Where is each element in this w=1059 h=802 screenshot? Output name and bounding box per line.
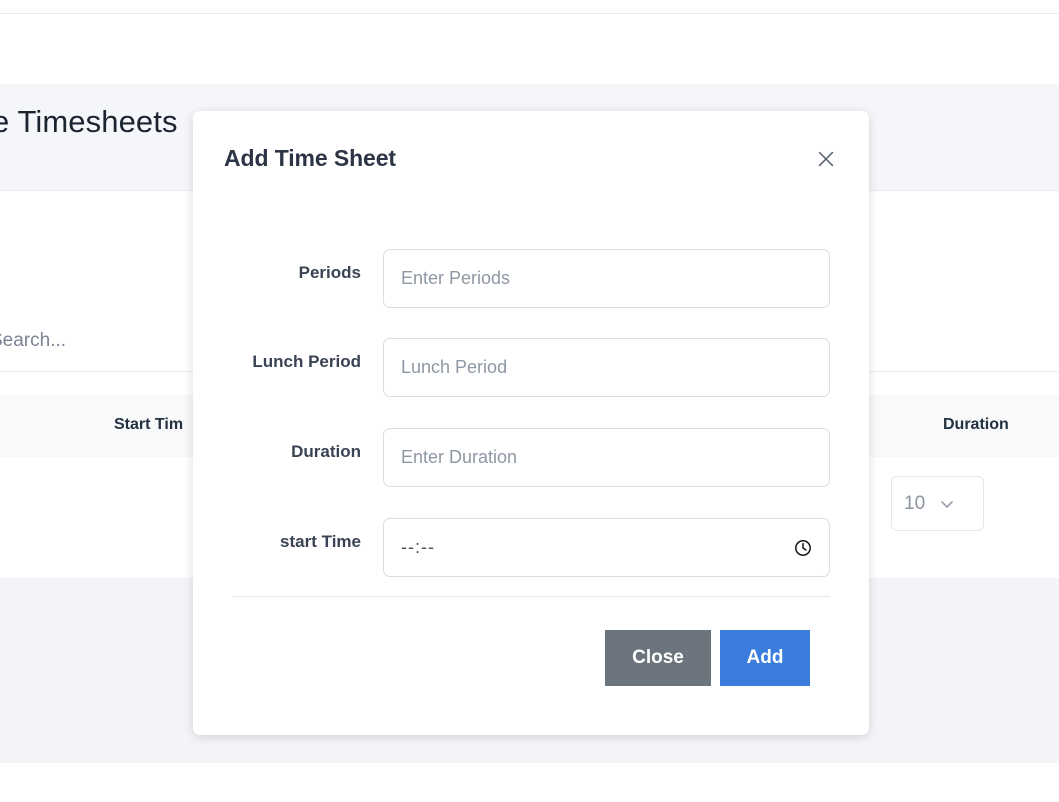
footer-button-group: Close Add: [605, 630, 810, 686]
top-white-band: [0, 14, 1059, 84]
chevron-down-icon: [939, 496, 955, 512]
start-time-label: start Time: [280, 532, 361, 551]
page-size-select[interactable]: 10: [891, 476, 984, 531]
lunch-period-input[interactable]: Lunch Period: [383, 338, 830, 397]
form-row-start-time: start Time --:--: [232, 518, 830, 580]
form-row-duration: Duration Enter Duration: [232, 428, 830, 490]
page-bottom-band: [0, 763, 1059, 802]
start-time-value: --:--: [401, 537, 435, 557]
add-time-sheet-modal: Add Time Sheet Periods Enter Periods Lun…: [193, 111, 869, 735]
lunch-period-placeholder: Lunch Period: [401, 357, 508, 377]
duration-placeholder: Enter Duration: [401, 447, 518, 467]
close-icon[interactable]: [813, 146, 839, 172]
lunch-period-label: Lunch Period: [252, 352, 361, 371]
periods-input[interactable]: Enter Periods: [383, 249, 830, 308]
page-title: e Timesheets: [0, 104, 178, 139]
page-size-value: 10: [904, 492, 926, 514]
start-time-input[interactable]: --:--: [383, 518, 830, 577]
close-button[interactable]: Close: [605, 630, 711, 686]
periods-label: Periods: [298, 263, 361, 282]
form-row-periods: Periods Enter Periods: [232, 249, 830, 311]
modal-title: Add Time Sheet: [224, 145, 396, 171]
modal-body: Periods Enter Periods Lunch Period Lunch…: [193, 206, 869, 596]
search-input[interactable]: Search...: [0, 330, 66, 352]
duration-input[interactable]: Enter Duration: [383, 428, 830, 487]
modal-header: Add Time Sheet: [193, 111, 869, 206]
modal-footer: Close Add: [193, 597, 869, 735]
column-header-duration[interactable]: Duration: [943, 416, 1009, 434]
clock-icon[interactable]: [793, 538, 813, 558]
duration-label: Duration: [291, 442, 361, 461]
column-header-start-time[interactable]: Start Tim: [114, 416, 183, 434]
add-button[interactable]: Add: [720, 630, 810, 686]
periods-placeholder: Enter Periods: [401, 268, 511, 288]
form-row-lunch-period: Lunch Period Lunch Period: [232, 338, 830, 400]
